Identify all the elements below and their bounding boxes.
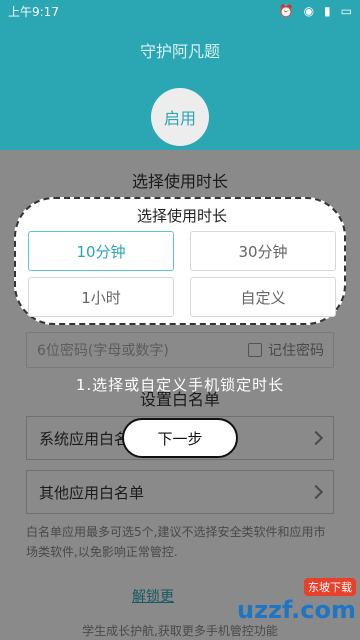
- battery-icon: ▭: [340, 4, 352, 18]
- spotlight-title: 选择使用时长: [136, 207, 227, 225]
- wifi-icon: ◉: [303, 4, 315, 18]
- watermark: 东坡下载 uzzf.com: [210, 572, 360, 630]
- duration-option-30min[interactable]: 30分钟: [190, 231, 336, 271]
- signal-icon: ▮: [324, 4, 331, 18]
- duration-option-1hour[interactable]: 1小时: [28, 277, 174, 317]
- watermark-text: uzzf.com: [237, 596, 356, 624]
- status-time: 上午9:17: [8, 4, 59, 19]
- next-step-button[interactable]: 下一步: [122, 418, 238, 458]
- watermark-tag: 东坡下载: [304, 578, 356, 596]
- status-bar: 上午9:17 ⏰ ◉ ▮ ▭: [0, 0, 360, 22]
- duration-option-custom[interactable]: 自定义: [190, 277, 336, 317]
- status-icons: ⏰ ◉ ▮ ▭: [279, 4, 352, 18]
- guide-hint: 1.选择或自定义手机锁定时长: [75, 376, 285, 394]
- duration-option-10min[interactable]: 10分钟: [28, 231, 174, 271]
- alarm-icon: ⏰: [278, 4, 294, 18]
- duration-spotlight: 选择使用时长 10分钟 30分钟 1小时 自定义: [14, 197, 346, 325]
- app-header: 守护阿凡题 启用: [0, 22, 360, 150]
- enable-button[interactable]: 启用: [151, 88, 209, 146]
- page-title: 守护阿凡题: [139, 42, 220, 61]
